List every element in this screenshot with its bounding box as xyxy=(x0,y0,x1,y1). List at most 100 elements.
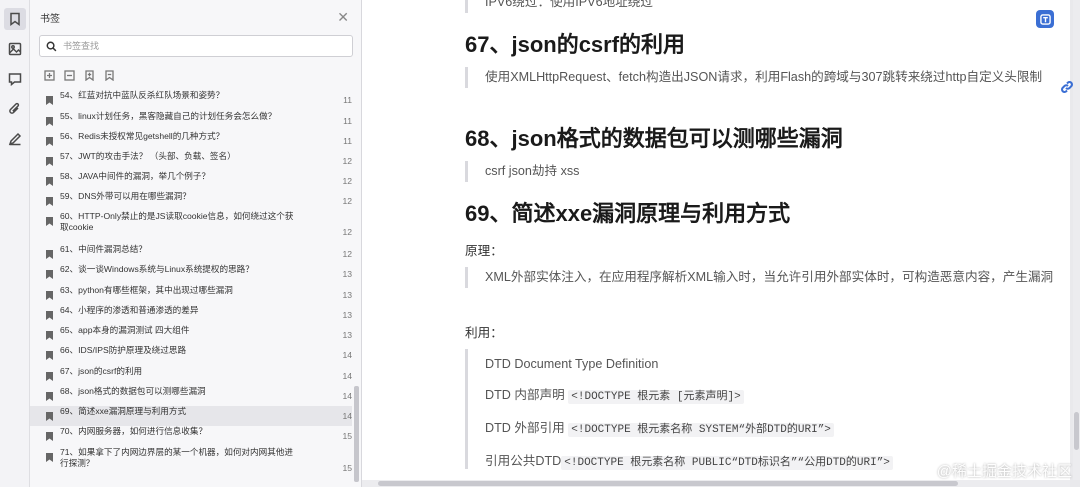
close-icon[interactable]: ✕ xyxy=(337,10,349,24)
collapse-all-button[interactable] xyxy=(64,68,75,81)
expand-all-button[interactable] xyxy=(44,68,55,81)
bookmark-panel: 书签 ✕ 54、红蓝对抗中蓝队反杀红队场景和姿势？ 11 55、linux计划任… xyxy=(30,0,362,487)
bookmark-icon xyxy=(46,266,54,279)
bookmark-icon xyxy=(46,347,54,360)
horizontal-scrollbar[interactable] xyxy=(362,480,1070,487)
bookmark-icon xyxy=(46,428,54,441)
bookmark-list: 54、红蓝对抗中蓝队反杀红队场景和姿势？ 11 55、linux计划任务，黑客隐… xyxy=(30,90,352,480)
bookmark-item[interactable]: 65、app本身的漏洞测试 四大组件 13 xyxy=(30,325,352,345)
bookmark-item-label: 70、内网服务器，如何进行信息收集？ xyxy=(60,426,208,436)
dtd-outer-label: DTD 外部引用 xyxy=(485,421,565,435)
bookmark-item-page: 11 xyxy=(343,116,352,126)
bookmark-item[interactable]: 54、红蓝对抗中蓝队反杀红队场景和姿势？ 11 xyxy=(30,90,352,111)
quote-67: 使用XMLHttpRequest、fetch构造出JSON请求，利用Flash的… xyxy=(465,67,1060,88)
bookmark-item-label: 62、谈一谈Windows系统与Linux系统提权的思路？ xyxy=(60,264,254,274)
bookmark-item-page: 15 xyxy=(342,431,352,441)
bookmark-icon xyxy=(9,12,20,26)
usage-label: 利用： xyxy=(465,326,503,340)
bookmark-item-label: 58、JAVA中间件的漏洞，举几个例子？ xyxy=(60,171,211,181)
bookmark-icon xyxy=(46,408,54,421)
bookmark-item-label: 66、IDS/IPS防护原理及绕过思路 xyxy=(60,345,187,355)
horizontal-scrollbar-thumb[interactable] xyxy=(378,481,958,486)
bookmark-item-page: 15 xyxy=(342,463,352,473)
bookmark-item[interactable]: 64、小程序的渗透和普通渗透的差异 13 xyxy=(30,305,352,325)
bookmark-icon xyxy=(46,368,54,381)
bookmark-search-input[interactable] xyxy=(63,41,323,51)
comment-icon xyxy=(8,73,21,86)
bookmark-item[interactable]: 68、json格式的数据包可以测哪些漏洞 14 xyxy=(30,386,352,406)
bookmark-item-label: 57、JWT的攻击手法？ （头部、负载、签名） xyxy=(60,151,236,161)
bookmark-panel-scrollbar[interactable] xyxy=(354,386,359,482)
dtd-outer-code: <!DOCTYPE 根元素名称 SYSTEM“外部DTD的URI”> xyxy=(568,423,834,437)
bookmark-item[interactable]: 59、DNS外带可以用在哪些漏洞？ 12 xyxy=(30,191,352,211)
dtd-quote: DTD Document Type Definition DTD 内部声明 <!… xyxy=(465,349,1060,470)
bookmark-item-label: 56、Redis未授权常见getshell的几种方式？ xyxy=(60,131,225,141)
bookmark-item-page: 14 xyxy=(342,391,352,401)
bookmark-icon xyxy=(46,449,54,462)
dtd-inner-label: DTD 内部声明 xyxy=(485,388,565,402)
bookmark-item[interactable]: 57、JWT的攻击手法？ （头部、负载、签名） 12 xyxy=(30,151,352,171)
bookmark-item-label: 65、app本身的漏洞测试 四大组件 xyxy=(60,325,190,335)
bookmark-item[interactable]: 63、python有哪些框架，其中出现过哪些漏洞 13 xyxy=(30,285,352,305)
bookmark-toolbar xyxy=(30,57,361,87)
collapse-all-icon xyxy=(64,70,75,81)
thumbnail-panel-button[interactable] xyxy=(4,38,26,60)
vertical-scrollbar-thumb[interactable] xyxy=(1074,412,1079,450)
bookmark-item-label: 55、linux计划任务，黑客隐藏自己的计划任务会怎么做？ xyxy=(60,111,277,121)
bookmark-icon xyxy=(46,287,54,300)
attachment-panel-button[interactable] xyxy=(4,98,26,120)
bookmark-item[interactable]: 56、Redis未授权常见getshell的几种方式？ 11 xyxy=(30,131,352,151)
bookmark-item-page: 12 xyxy=(342,227,352,237)
bookmark-item[interactable]: 66、IDS/IPS防护原理及绕过思路 14 xyxy=(30,345,352,366)
bookmark-item-active[interactable]: 69、简述xxe漏洞原理与利用方式 14 xyxy=(30,406,352,426)
bookmark-item[interactable]: 70、内网服务器，如何进行信息收集？ 15 xyxy=(30,426,352,447)
bookmark-item[interactable]: 61、中间件漏洞总结？ 12 xyxy=(30,244,352,264)
bookmark-item[interactable]: 58、JAVA中间件的漏洞，举几个例子？ 12 xyxy=(30,171,352,191)
cut-off-quote: IPV6绕过：使用IPV6地址绕过 xyxy=(465,0,1060,13)
bookmark-item-page: 13 xyxy=(342,269,352,279)
delete-bookmark-button[interactable] xyxy=(104,68,115,82)
cut-off-quote-text: IPV6绕过：使用IPV6地址绕过 xyxy=(485,0,653,9)
translate-button[interactable] xyxy=(1036,10,1054,28)
bookmark-icon xyxy=(46,92,54,105)
bookmark-panel-button[interactable] xyxy=(3,8,26,30)
bookmark-item-page: 11 xyxy=(343,136,352,146)
bookmark-item-label: 67、json的csrf的利用 xyxy=(60,366,143,376)
link-button[interactable] xyxy=(1060,80,1074,94)
bookmark-item[interactable]: 60、HTTP-Only禁止的是JS读取cookie信息，如何绕过这个获取coo… xyxy=(30,211,352,244)
signature-panel-button[interactable] xyxy=(4,128,26,150)
bookmark-item-page: 13 xyxy=(342,310,352,320)
heading-68: 68、json格式的数据包可以测哪些漏洞 xyxy=(465,126,843,151)
bookmark-item[interactable]: 62、谈一谈Windows系统与Linux系统提权的思路？ 13 xyxy=(30,264,352,285)
pen-icon xyxy=(8,132,21,146)
bookmark-item-label: 69、简述xxe漏洞原理与利用方式 xyxy=(60,406,187,416)
dtd-outer-line: DTD 外部引用 <!DOCTYPE 根元素名称 SYSTEM“外部DTD的UR… xyxy=(485,413,1060,446)
bookmark-item-page: 12 xyxy=(342,249,352,259)
dtd-public-code: <!DOCTYPE 根元素名称 PUBLIC“DTD标识名”“公用DTD的URI… xyxy=(561,456,893,470)
bookmark-item-label: 64、小程序的渗透和普通渗透的差异 xyxy=(60,305,199,315)
bookmark-item-label: 59、DNS外带可以用在哪些漏洞？ xyxy=(60,191,191,201)
vertical-scrollbar[interactable] xyxy=(1073,0,1080,480)
bookmark-item[interactable]: 71、如果拿下了内网边界层的某一个机器，如何对内网其他进行探测？ 15 xyxy=(30,447,352,480)
dtd-title: DTD Document Type Definition xyxy=(485,357,659,371)
bookmark-item[interactable]: 67、json的csrf的利用 14 xyxy=(30,366,352,386)
bookmark-item-label: 71、如果拿下了内网边界层的某一个机器，如何对内网其他进行探测？ xyxy=(60,447,293,468)
comment-panel-button[interactable] xyxy=(4,68,26,90)
bookmark-icon xyxy=(46,193,54,206)
quote-67-text: 使用XMLHttpRequest、fetch构造出JSON请求，利用Flash的… xyxy=(485,70,1043,84)
bookmark-item-page: 12 xyxy=(342,176,352,186)
bookmark-item-label: 68、json格式的数据包可以测哪些漏洞 xyxy=(60,386,206,396)
left-tool-rail xyxy=(0,0,30,487)
bookmark-item[interactable]: 55、linux计划任务，黑客隐藏自己的计划任务会怎么做？ 11 xyxy=(30,111,352,131)
add-bookmark-button[interactable] xyxy=(84,68,95,82)
principle-label: 原理： xyxy=(465,244,503,258)
dtd-inner-line: DTD 内部声明 <!DOCTYPE 根元素 [元素声明]> xyxy=(485,380,1060,413)
translate-icon xyxy=(1039,13,1051,25)
bookmark-search xyxy=(39,35,353,57)
app-window: 书签 ✕ 54、红蓝对抗中蓝队反杀红队场景和姿势？ 11 55、linux计划任… xyxy=(0,0,1080,487)
bookmark-item-label: 61、中间件漏洞总结？ xyxy=(60,244,147,254)
bookmark-panel-header: 书签 ✕ xyxy=(30,0,361,34)
bookmark-item-label: 63、python有哪些框架，其中出现过哪些漏洞 xyxy=(60,285,233,295)
bookmark-item-label: 60、HTTP-Only禁止的是JS读取cookie信息，如何绕过这个获取coo… xyxy=(60,211,294,232)
bookmark-icon xyxy=(46,388,54,401)
